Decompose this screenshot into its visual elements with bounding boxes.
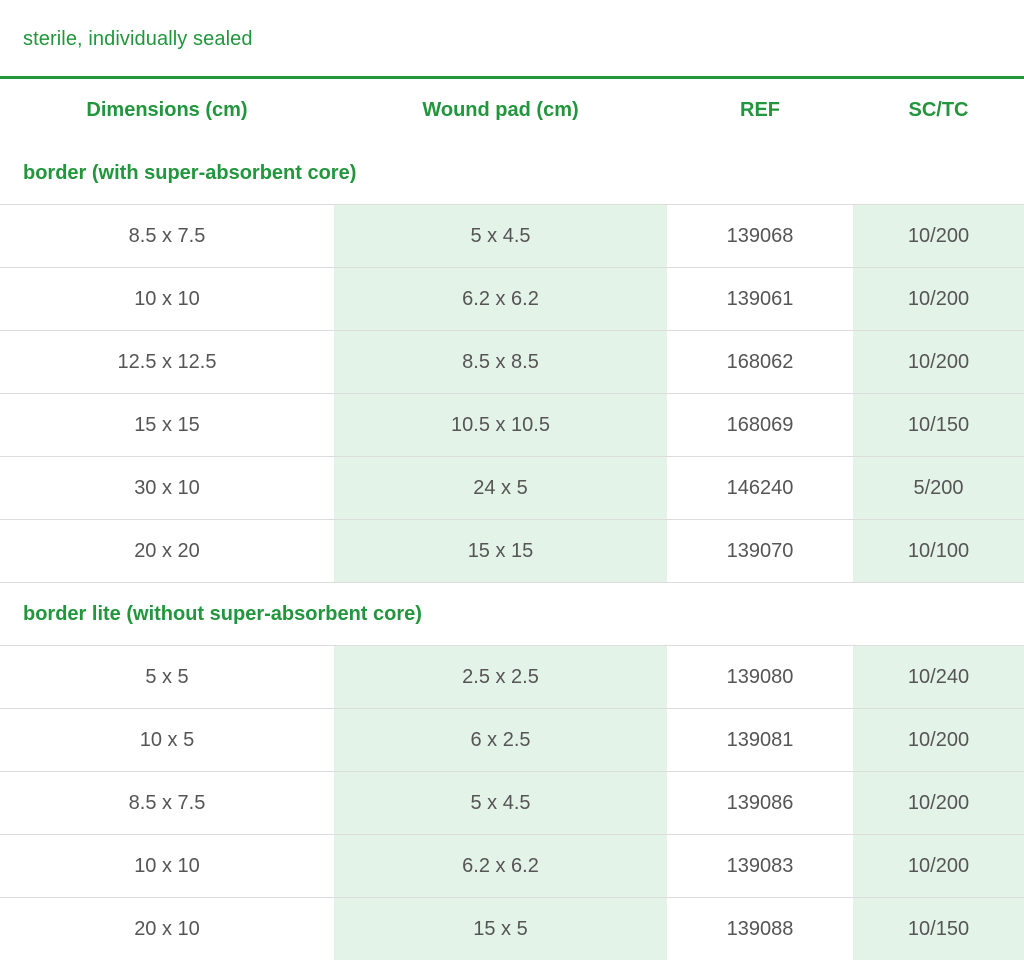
cell-dimensions: 10 x 10 [0, 834, 334, 898]
cell-sc-tc: 10/150 [853, 897, 1024, 960]
header-row: Dimensions (cm) Wound pad (cm) REF SC/TC [0, 79, 1024, 142]
section-title: border (with super-absorbent core) [0, 142, 1024, 205]
cell-dimensions: 8.5 x 7.5 [0, 771, 334, 835]
cell-ref: 139083 [667, 834, 853, 898]
cell-ref: 139086 [667, 771, 853, 835]
table-caption: sterile, individually sealed [0, 0, 1024, 79]
cell-wound-pad: 15 x 15 [334, 519, 667, 583]
cell-wound-pad: 5 x 4.5 [334, 771, 667, 835]
header-dimensions: Dimensions (cm) [86, 99, 248, 121]
table-row: 20 x 20 15 x 15 139070 10/100 [0, 519, 1024, 583]
cell-sc-tc: 10/200 [853, 834, 1024, 898]
table-row: 30 x 10 24 x 5 146240 5/200 [0, 456, 1024, 520]
cell-sc-tc: 10/200 [853, 267, 1024, 331]
cell-ref: 139088 [726, 917, 794, 940]
table-header: Dimensions (cm) Wound pad (cm) REF SC/TC [0, 79, 1024, 142]
cell-wound-pad: 6 x 2.5 [334, 708, 667, 772]
table-row: 10 x 10 6.2 x 6.2 139061 10/200 [0, 267, 1024, 331]
table-body: border (with super-absorbent core) 8.5 x … [0, 142, 1024, 960]
cell-dimensions: 20 x 10 [134, 917, 200, 940]
cell-wound-pad: 8.5 x 8.5 [334, 330, 667, 394]
product-table: Dimensions (cm) Wound pad (cm) REF SC/TC… [0, 79, 1024, 960]
cell-sc-tc: 5/200 [853, 456, 1024, 520]
cell-wound-pad: 6.2 x 6.2 [334, 267, 667, 331]
cell-ref: 146240 [667, 456, 853, 520]
cell-wound-pad: 10.5 x 10.5 [334, 393, 667, 457]
table-row: 5 x 5 2.5 x 2.5 139080 10/240 [0, 645, 1024, 709]
cell-sc-tc: 10/240 [853, 645, 1024, 709]
table-row: 8.5 x 7.5 5 x 4.5 139068 10/200 [0, 204, 1024, 268]
cell-dimensions: 8.5 x 7.5 [0, 204, 334, 268]
table-row: 15 x 15 10.5 x 10.5 168069 10/150 [0, 393, 1024, 457]
cell-sc-tc: 10/150 [853, 393, 1024, 457]
cell-wound-pad: 6.2 x 6.2 [334, 834, 667, 898]
header-ref: REF [740, 99, 780, 121]
caption-text: sterile, individually sealed [23, 28, 253, 50]
cell-ref: 139081 [667, 708, 853, 772]
table-row: 20 x 10 15 x 5 139088 10/150 [0, 897, 1024, 960]
cell-sc-tc: 10/100 [853, 519, 1024, 583]
table-row: 12.5 x 12.5 8.5 x 8.5 168062 10/200 [0, 330, 1024, 394]
cell-sc-tc: 10/200 [853, 330, 1024, 394]
cell-dimensions: 20 x 20 [0, 519, 334, 583]
cell-sc-tc: 10/200 [853, 204, 1024, 268]
cell-ref: 168069 [667, 393, 853, 457]
section-row: border (with super-absorbent core) [0, 142, 1024, 205]
cell-wound-pad: 24 x 5 [334, 456, 667, 520]
cell-ref: 139080 [667, 645, 853, 709]
cell-dimensions: 30 x 10 [0, 456, 334, 520]
table-row: 10 x 10 6.2 x 6.2 139083 10/200 [0, 834, 1024, 898]
cell-wound-pad: 2.5 x 2.5 [334, 645, 667, 709]
cell-ref: 139068 [667, 204, 853, 268]
cell-dimensions: 15 x 15 [0, 393, 334, 457]
section-row: border lite (without super-absorbent cor… [0, 582, 1024, 646]
cell-sc-tc: 10/200 [853, 771, 1024, 835]
cell-ref: 168062 [667, 330, 853, 394]
cell-dimensions: 10 x 5 [0, 708, 334, 772]
cell-dimensions: 12.5 x 12.5 [0, 330, 334, 394]
cell-wound-pad: 15 x 5 [334, 897, 667, 960]
cell-sc-tc: 10/200 [853, 708, 1024, 772]
table-row: 10 x 56 x 2.5 139081 10/200 [0, 708, 1024, 772]
section-title: border lite (without super-absorbent cor… [0, 582, 1024, 646]
cell-dimensions: 10 x 10 [0, 267, 334, 331]
header-sc-tc: SC/TC [908, 99, 969, 121]
table-row: 8.5 x 7.5 5 x 4.5 139086 10/200 [0, 771, 1024, 835]
cell-wound-pad: 5 x 4.5 [334, 204, 667, 268]
cell-ref: 139061 [667, 267, 853, 331]
header-wound-pad: Wound pad (cm) [422, 99, 579, 121]
cell-dimensions: 5 x 5 [0, 645, 334, 709]
cell-ref: 139070 [667, 519, 853, 583]
